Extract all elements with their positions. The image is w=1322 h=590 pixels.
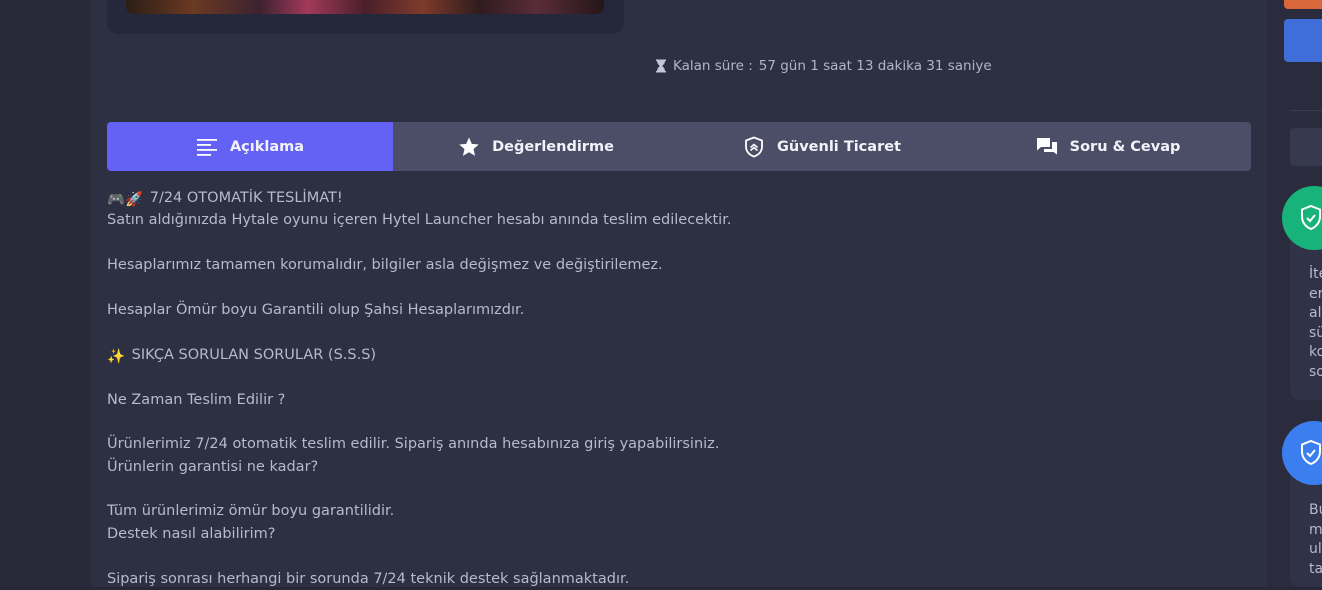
description-text: Satın aldığınızda Hytale oyunu içeren Hy… <box>107 212 732 229</box>
description-text: Hesaplar Ömür boyu Garantili olup Şahsi … <box>107 301 525 318</box>
remaining-time-label: Kalan süre : <box>673 58 753 74</box>
page-background-left <box>0 0 91 587</box>
faq-question: Ürünlerin garantisi ne kadar? <box>107 458 319 475</box>
tab-reviews-label: Değerlendirme <box>492 138 614 155</box>
faq-answer: Ürünlerimiz 7/24 otomatik teslim edilir.… <box>107 436 720 453</box>
remaining-time-value: 57 gün 1 saat 13 dakika 31 saniye <box>758 58 992 74</box>
description-text: Hesaplarımız tamamen korumalıdır, bilgil… <box>107 257 663 274</box>
lines-icon <box>196 138 217 156</box>
faq-question: Ne Zaman Teslim Edilir ? <box>107 391 286 408</box>
tab-secure-trade-label: Güvenli Ticaret <box>777 138 901 155</box>
tab-questions-label: Soru & Cevap <box>1069 138 1181 155</box>
sidebar-selector[interactable] <box>1290 128 1322 166</box>
product-tabs: Açıklama Değerlendirme Güvenli Ticaret S… <box>107 122 1251 171</box>
remaining-time: Kalan süre : 57 gün 1 saat 13 dakika 31 … <box>655 57 992 75</box>
tab-questions[interactable]: Soru & Cevap <box>965 122 1251 171</box>
shield-icon <box>745 136 763 157</box>
tab-secure-trade[interactable]: Güvenli Ticaret <box>679 122 965 171</box>
product-image <box>126 0 604 14</box>
hourglass-icon <box>656 59 666 73</box>
sidebar-card-text: Bu m ul ta <box>1309 502 1322 577</box>
tab-description-label: Açıklama <box>229 138 305 155</box>
sidebar-card-text: İte er al sü ko so <box>1309 266 1322 380</box>
shield-check-icon <box>1301 204 1321 231</box>
shield-check-icon <box>1301 439 1321 466</box>
product-description: 🎮🚀 7/24 OTOMATİK TESLİMAT! Satın aldığın… <box>107 187 1007 590</box>
faq-heading: ✨ SIKÇA SORULAN SORULAR (S.S.S) <box>107 344 1007 366</box>
faq-question: Destek nasıl alabilirim? <box>107 525 276 542</box>
tab-reviews[interactable]: Değerlendirme <box>393 122 679 171</box>
faq-answer: Tüm ürünlerimiz ömür boyu garantilidir. <box>107 503 395 520</box>
chat-icon <box>1036 137 1057 154</box>
star-icon <box>459 137 479 156</box>
sidebar-primary-button[interactable] <box>1284 19 1322 62</box>
sidebar-action-button[interactable] <box>1284 0 1322 9</box>
description-heading: 🎮🚀 7/24 OTOMATİK TESLİMAT! <box>107 187 1007 209</box>
sparkles-emoji: ✨ <box>107 348 126 365</box>
sidebar-divider <box>1290 110 1322 111</box>
tab-description[interactable]: Açıklama <box>107 122 393 171</box>
gamepad-rocket-emoji: 🎮🚀 <box>107 192 144 208</box>
